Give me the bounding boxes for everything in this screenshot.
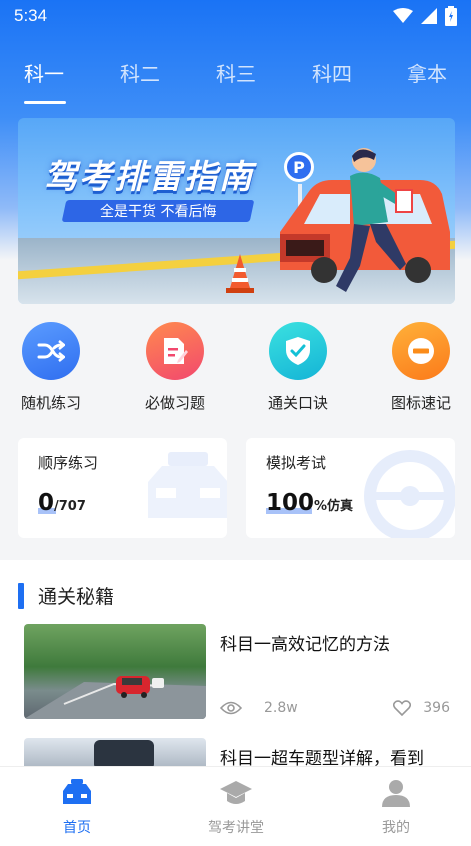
shield-check-icon [269,322,327,380]
shuffle-icon [22,322,80,380]
mock-exam-card[interactable]: 模拟考试 100%仿真 [246,438,455,538]
shortcut-label: 随机练习 [20,394,81,412]
user-icon [382,780,410,807]
banner-subtitle: 全是干货 不看后悔 [61,200,255,222]
shortcut-label: 必做习题 [144,394,205,412]
article-meta: 2.8w 396 [220,700,450,716]
bottom-navigation: 首页 驾考讲堂 我的 [0,766,471,846]
sequential-practice-card[interactable]: 顺序练习 0/707 [18,438,227,538]
heart-icon[interactable] [393,700,412,716]
shortcut-pass-tips[interactable]: 通关口诀 [253,322,343,413]
nav-mine[interactable]: 我的 [346,779,446,837]
eye-icon [220,701,242,715]
section-accent-bar [18,582,24,609]
section-header: 通关秘籍 [18,582,114,609]
nav-driving-class[interactable]: 驾考讲堂 [186,779,286,837]
nav-label: 我的 [382,820,410,836]
shortcut-label: 通关口诀 [267,394,328,412]
tab-ke-yi[interactable]: 科一 [24,58,64,87]
traffic-cone-icon [226,254,254,293]
running-person-illustration [336,148,413,292]
status-bar: 5:34 [0,0,471,32]
active-tab-indicator [24,101,66,104]
card-title: 模拟考试 [266,454,327,472]
like-count: 396 [423,700,450,716]
nav-label: 首页 [63,820,91,836]
shortcut-random-practice[interactable]: 随机练习 [6,322,96,413]
tab-ke-er[interactable]: 科二 [120,58,160,87]
section-title: 通关秘籍 [38,586,115,608]
tips-section: 通关秘籍 科目一高效记忆的方法 2.8w 396 科目一超车题型详解，看到 [0,560,471,770]
graduation-cap-icon [220,781,252,804]
sequential-progress: 0/707 [38,490,86,516]
steering-wheel-watermark-icon [364,450,455,538]
nav-label: 驾考讲堂 [208,820,264,836]
minus-circle-icon [392,322,450,380]
article-title: 科目一高效记忆的方法 [220,635,390,655]
shortcut-sign-memorize[interactable]: 图标速记 [376,322,466,413]
wifi-icon [393,8,413,23]
mock-exam-simulation: 100%仿真 [266,490,354,516]
status-time: 5:34 [14,6,48,25]
tab-ke-si[interactable]: 科四 [312,58,352,87]
tab-ke-san[interactable]: 科三 [216,58,256,87]
banner-title: 驾考排雷指南 [44,157,254,196]
promo-banner[interactable]: 驾考排雷指南 全是干货 不看后悔 P [18,118,455,304]
view-count: 2.8w [264,700,298,716]
article-thumbnail [24,624,206,719]
card-title: 顺序练习 [38,454,99,472]
nav-home[interactable]: 首页 [27,779,127,837]
subject-tabs: 科一 科二 科三 科四 拿本 [0,58,471,108]
battery-icon [445,6,457,26]
shortcut-must-do-exercises[interactable]: 必做习题 [130,322,220,413]
taxi-watermark-icon [148,452,227,518]
shortcut-label: 图标速记 [390,394,451,412]
shortcut-grid: 随机练习 必做习题 通关口诀 图标速记 [0,322,471,422]
document-edit-icon [146,322,204,380]
signal-icon [421,8,437,24]
tab-na-ben[interactable]: 拿本 [407,58,447,87]
car-icon [63,779,91,804]
article-item[interactable]: 科目一高效记忆的方法 2.8w 396 [24,624,454,720]
